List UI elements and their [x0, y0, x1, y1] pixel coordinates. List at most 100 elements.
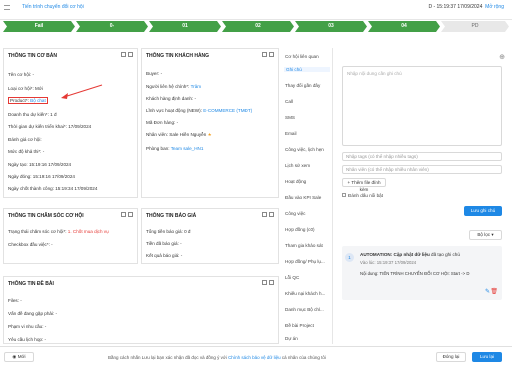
tab-survey[interactable]: Tham gia khảo sát	[285, 243, 323, 248]
tab-project-list[interactable]: Dự án	[285, 336, 298, 341]
stage-02[interactable]: 02	[222, 21, 294, 32]
panel-title: THÔNG TIN ĐỀ BÀI	[8, 281, 54, 287]
care-info-panel: THÔNG TIN CHĂM SÓC CƠ HỘI Trạng thái chă…	[3, 208, 138, 264]
field-identified: Khách hàng định danh: -	[146, 96, 197, 101]
tab-sms[interactable]: SMS	[285, 115, 295, 120]
watch-button[interactable]: ◉ Mới	[4, 352, 34, 362]
field-problem: Vấn đề đang gặp phải: -	[8, 311, 58, 316]
stage-01[interactable]: 01	[149, 21, 221, 32]
field-quote-total: Tổng tiền báo giá: 0 đ	[146, 229, 191, 234]
note-textarea[interactable]: Nhập nội dung cần ghi chú	[342, 66, 502, 146]
add-icon[interactable]: ⊕	[499, 53, 505, 61]
field-scope: Phạm vi nhu cầu: -	[8, 324, 47, 329]
field-staff: Nhân viên: Sale Hiền Nguyễn ★	[146, 132, 212, 137]
field-meeting: Yêu cầu lịch họp: -	[8, 337, 47, 342]
log-index-badge: 1	[345, 253, 354, 262]
tab-qc-error[interactable]: Lỗi QC	[285, 275, 299, 280]
field-product: Product*: Bộ chat	[8, 97, 48, 104]
pin-checkbox[interactable]: Đánh dấu nổi bật	[342, 193, 383, 198]
field-created: Ngày tạo: 15:19:16 17/09/2024	[8, 162, 72, 167]
panel-title: THÔNG TIN CHĂM SÓC CƠ HỘI	[8, 213, 84, 219]
consent-notice: Bằng cách nhấn Lưu lại bạn xác nhận đã đ…	[108, 355, 326, 360]
policy-link[interactable]: Chính sách bảo vệ dữ liệu	[228, 355, 281, 360]
record-title: D - 15:19:37 17/09/2024	[428, 4, 483, 10]
stage-fail[interactable]: Fail	[3, 21, 75, 32]
field-quote-result: Kết quả báo giá: -	[146, 253, 183, 258]
filter-button[interactable]: Bộ lọc ▾	[469, 230, 502, 240]
field-contact: Người liên hệ chính*: Trâm	[146, 84, 202, 89]
field-deploy-time: Thời gian dự kiến triển khai*: 17/09/202…	[8, 124, 92, 129]
tab-project[interactable]: Đề bài Project	[285, 323, 314, 328]
tab-kpi-list[interactable]: Danh mục Bộ chỉ...	[285, 307, 324, 312]
expand-icon[interactable]	[269, 280, 274, 285]
log-time: Vào lúc: 15:19:37 17/09/2024	[360, 260, 417, 265]
edit-icon[interactable]	[121, 212, 126, 217]
panel-tools	[260, 52, 274, 59]
product-link[interactable]: Bộ chat	[30, 98, 46, 103]
expand-icon[interactable]	[128, 212, 133, 217]
delete-icon[interactable]: 🗑	[490, 288, 498, 295]
panel-tools	[260, 212, 274, 219]
quote-info-panel: THÔNG TIN BÁO GIÁ Tổng tiền báo giá: 0 đ…	[141, 208, 279, 264]
tab-work[interactable]: Công việc	[285, 211, 305, 216]
breadcrumb[interactable]: Tiến trình chuyển đổi cơ hội	[22, 4, 84, 10]
tab-tasks[interactable]: Công việc, lịch hẹn	[285, 147, 324, 152]
tab-notes[interactable]: Ghi chú	[284, 67, 330, 72]
bottom-bar: ◉ Mới Bằng cách nhấn Lưu lại bạn xác nhậ…	[0, 346, 512, 366]
tab-kpi[interactable]: Đầu vào KPI Sale	[285, 195, 321, 200]
issue-info-panel: THÔNG TIN ĐỀ BÀI Files: - Vấn đề đang gặ…	[3, 276, 279, 344]
manage-link[interactable]: Mở rộng	[485, 4, 504, 10]
tab-view-history[interactable]: Lịch sử xem	[285, 163, 310, 168]
edit-icon[interactable]	[262, 212, 267, 217]
field-care-status: Trạng thái chăm sóc cơ hội*: 1. Chốt mua…	[8, 229, 109, 234]
tab-appendix[interactable]: Hợp đồng/ Phụ lụ...	[285, 259, 325, 264]
save-button[interactable]: Lưu lại	[472, 352, 502, 362]
expand-icon[interactable]	[269, 52, 274, 57]
field-closed: Ngày đóng: 15:19:16 17/09/2024	[8, 174, 75, 179]
panel-title: THÔNG TIN CƠ BẢN	[8, 53, 57, 59]
tab-complaint[interactable]: Khiếu nại khách h...	[285, 291, 325, 296]
field-department: Phòng ban: Team sale_HN1	[146, 146, 204, 151]
stage-04[interactable]: 04	[368, 21, 440, 32]
field-buyer: Buyer: -	[146, 71, 163, 76]
log-body: Nội dung: TIẾN TRÌNH CHUYỂN ĐỔI CƠ HỘI: …	[360, 271, 470, 276]
expand-icon[interactable]	[269, 212, 274, 217]
top-bar: Tiến trình chuyển đổi cơ hội D - 15:19:3…	[0, 0, 512, 20]
save-note-button[interactable]: Lưu ghi chú	[464, 206, 502, 216]
edit-icon[interactable]: ✎	[485, 288, 490, 295]
edit-icon[interactable]	[121, 52, 126, 57]
close-button[interactable]: Đóng lại	[436, 352, 466, 362]
annotation-arrow	[61, 84, 103, 99]
tab-related[interactable]: Cơ hội liên quan	[285, 54, 319, 59]
tab-activity[interactable]: Hoạt động	[285, 179, 306, 184]
notes-panel: ⊕ Nhập nội dung cần ghi chú Nhập tags (c…	[336, 48, 509, 344]
panel-tools	[119, 212, 133, 219]
basic-info-panel: THÔNG TIN CƠ BẢN Tên cơ hội: - Loại cơ h…	[3, 48, 138, 198]
star-icon: ★	[207, 132, 212, 137]
tab-call[interactable]: Call	[285, 99, 293, 104]
panel-tools	[119, 52, 133, 59]
tab-recent-changes[interactable]: Thay đổi gần đây	[285, 83, 320, 88]
field-industry: Lĩnh vực hoạt động (NEW): E-COMMERCE (TM…	[146, 108, 253, 113]
stage-progress: Fail 0- 01 02 03 04 PD	[3, 21, 509, 32]
note-log-item: 1 AUTOMATION: Cập nhật dữ liệu đã tạo gh…	[342, 246, 502, 300]
menu-icon[interactable]	[4, 5, 10, 10]
edit-icon[interactable]	[262, 280, 267, 285]
field-checkbox: Checkbox đầu việc*: -	[8, 242, 53, 247]
panel-tools	[260, 280, 274, 287]
tab-contract[interactable]: Hợp đồng (c0)	[285, 227, 315, 232]
log-title: AUTOMATION: Cập nhật dữ liệu đã tạo ghi …	[360, 252, 460, 257]
edit-icon[interactable]	[262, 52, 267, 57]
panel-title: THÔNG TIN KHÁCH HÀNG	[146, 53, 210, 59]
tab-email[interactable]: Email	[285, 131, 297, 136]
field-type: Loại cơ hội*: Mới	[8, 86, 43, 91]
staff-input[interactable]: Nhân viên (có thể nhập nhiều nhân viên)	[342, 165, 502, 174]
stage-0[interactable]: 0-	[76, 21, 148, 32]
stage-03[interactable]: 03	[295, 21, 367, 32]
tags-input[interactable]: Nhập tags (có thể nhập nhiều tags)	[342, 152, 502, 161]
field-rating: Đánh giá cơ hội:	[8, 137, 42, 142]
expand-icon[interactable]	[128, 52, 133, 57]
stage-pd[interactable]: PD	[441, 21, 509, 32]
attach-button[interactable]: + Thêm file đính kèm	[342, 178, 386, 192]
field-revenue: Doanh thu dự kiến*: 1 đ	[8, 112, 57, 117]
